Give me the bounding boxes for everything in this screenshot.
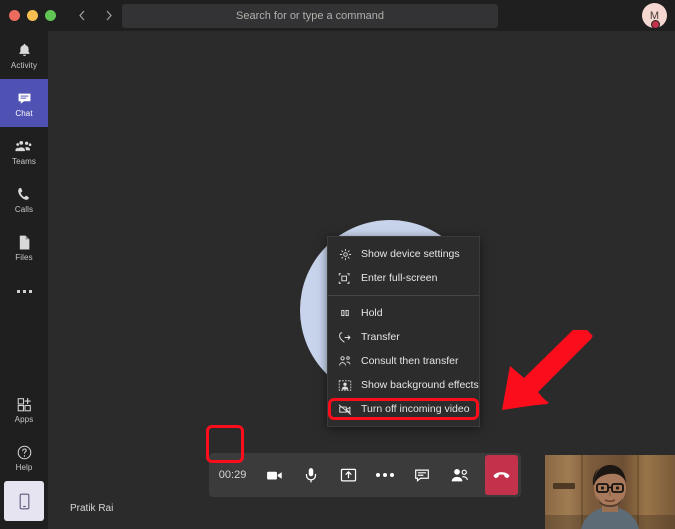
back-arrow-icon[interactable] <box>70 4 94 28</box>
title-bar: M <box>0 0 675 31</box>
apps-icon <box>16 394 33 413</box>
self-view-frame <box>545 455 675 529</box>
menu-item-hold[interactable]: Hold <box>328 301 479 325</box>
bell-icon <box>16 40 33 59</box>
camera-icon <box>267 471 282 479</box>
fullscreen-icon <box>337 270 353 286</box>
sidebar-item-teams[interactable]: Teams <box>0 127 48 175</box>
consult-icon <box>337 353 353 369</box>
sidebar-item-label: Help <box>15 463 33 472</box>
menu-item-label: Turn off incoming video <box>361 403 470 415</box>
gear-icon <box>337 246 353 262</box>
camera-button[interactable] <box>259 456 290 494</box>
sidebar-item-files[interactable]: Files <box>0 223 48 271</box>
files-icon <box>17 232 32 251</box>
sidebar-item-label: Calls <box>14 205 34 214</box>
search-input[interactable] <box>122 4 498 28</box>
participants-button[interactable] <box>444 456 475 494</box>
menu-item-show-device-settings[interactable]: Show device settings <box>328 242 479 266</box>
sidebar-item-calls[interactable]: Calls <box>0 175 48 223</box>
sidebar-item-label: Apps <box>14 415 34 424</box>
ellipsis-icon <box>16 289 32 293</box>
menu-item-label: Enter full-screen <box>361 272 438 284</box>
call-controls-bar: 00:29 <box>209 453 521 497</box>
share-screen-icon <box>340 468 357 481</box>
menu-item-label: Transfer <box>361 331 400 343</box>
menu-item-show-background-effects[interactable]: Show background effects <box>328 373 479 397</box>
avatar[interactable]: M <box>642 3 667 29</box>
forward-arrow-icon[interactable] <box>96 4 120 28</box>
call-timer: 00:29 <box>218 469 247 481</box>
background-effects-icon <box>337 377 353 393</box>
sidebar-item-label: Chat <box>15 109 33 118</box>
participant-name-label: Pratik Rai <box>70 503 114 514</box>
hangup-phone-icon <box>493 471 510 478</box>
self-view-video[interactable] <box>545 455 675 529</box>
transfer-icon <box>337 329 353 345</box>
sidebar-item-more[interactable] <box>0 271 48 311</box>
minimize-window-button[interactable] <box>27 10 38 21</box>
menu-item-transfer[interactable]: Transfer <box>328 325 479 349</box>
sidebar-item-apps[interactable]: Apps <box>0 385 48 433</box>
camera-off-icon <box>337 401 353 417</box>
left-rail: Activity Chat Teams Calls Files Apps Hel… <box>0 31 48 529</box>
chat-icon <box>16 88 33 107</box>
help-icon <box>16 442 33 461</box>
close-window-button[interactable] <box>9 10 20 21</box>
teams-call-window: M Activity Chat <box>0 0 675 529</box>
sidebar-item-chat[interactable]: Chat <box>0 79 48 127</box>
mobile-phone-icon <box>17 492 32 511</box>
sidebar-item-help[interactable]: Help <box>0 433 48 481</box>
sidebar-item-label: Activity <box>10 61 38 70</box>
maximize-window-button[interactable] <box>45 10 56 21</box>
pause-icon <box>337 305 353 321</box>
people-icon <box>451 468 468 481</box>
menu-item-label: Show background effects <box>361 379 479 391</box>
more-actions-context-menu: Show device settings Enter full-screen H… <box>327 236 480 427</box>
menu-item-label: Show device settings <box>361 248 460 260</box>
window-controls[interactable] <box>0 10 56 21</box>
more-actions-button[interactable] <box>370 456 401 494</box>
status-badge <box>651 20 660 29</box>
menu-item-label: Hold <box>361 307 383 319</box>
chat-button[interactable] <box>407 456 438 494</box>
microphone-icon <box>306 468 317 483</box>
ellipsis-icon <box>376 473 395 477</box>
teams-icon <box>15 136 33 155</box>
phone-icon <box>16 184 32 203</box>
mic-button[interactable] <box>296 456 327 494</box>
hangup-button[interactable] <box>485 455 518 495</box>
menu-item-enter-full-screen[interactable]: Enter full-screen <box>328 266 479 290</box>
search-bar[interactable] <box>122 4 498 28</box>
conversation-icon <box>415 469 430 482</box>
menu-item-turn-off-incoming-video[interactable]: Turn off incoming video <box>328 397 479 421</box>
share-screen-button[interactable] <box>333 456 364 494</box>
sidebar-item-label: Teams <box>11 157 37 166</box>
sidebar-item-label: Files <box>15 253 33 262</box>
download-mobile-app-button[interactable] <box>4 481 44 521</box>
menu-item-label: Consult then transfer <box>361 355 459 367</box>
sidebar-item-activity[interactable]: Activity <box>0 31 48 79</box>
menu-separator <box>328 295 479 296</box>
menu-item-consult-then-transfer[interactable]: Consult then transfer <box>328 349 479 373</box>
